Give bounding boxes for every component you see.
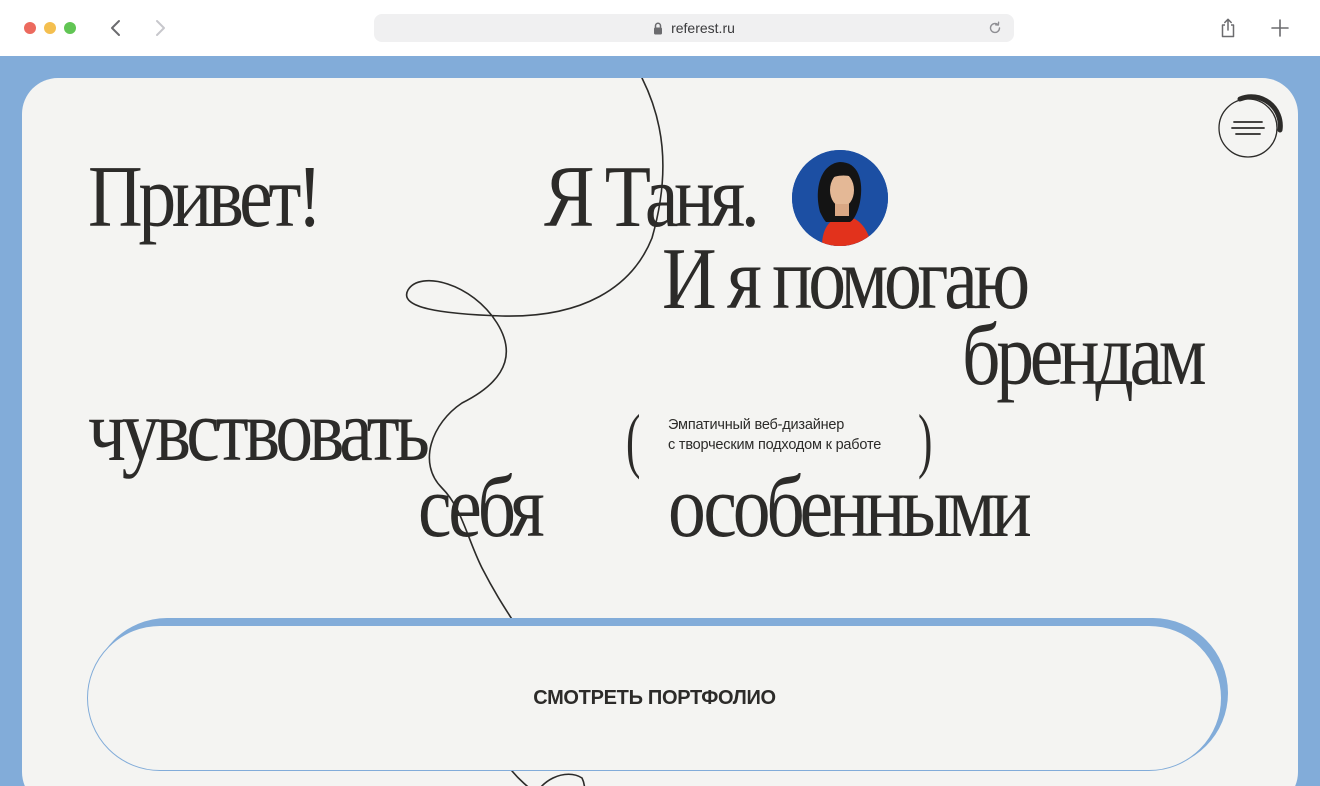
url-text: referest.ru	[671, 20, 735, 36]
reload-icon[interactable]	[988, 21, 1002, 35]
hero-line-osobennymi: особенными	[668, 459, 1032, 556]
view-portfolio-label: СМОТРЕТЬ ПОРТФОЛИО	[533, 686, 776, 709]
hero-line-chuvstvovat: чувствовать	[88, 383, 430, 480]
browser-window: referest.ru Привет! Я Таня. И я помогаю …	[0, 0, 1320, 786]
hero-line-ya-tanya: Я Таня.	[544, 149, 760, 246]
share-icon	[1221, 18, 1235, 38]
tagline-line-1: Эмпатичный веб-дизайнер	[668, 417, 845, 433]
page-viewport: Привет! Я Таня. И я помогаю брендам чувс…	[0, 56, 1320, 786]
tagline: Эмпатичный веб-дизайнер с творческим под…	[668, 415, 881, 455]
paren-open: (	[626, 400, 641, 480]
tagline-line-2: с творческим подходом к работе	[668, 437, 882, 453]
view-portfolio-button[interactable]: СМОТРЕТЬ ПОРТФОЛИО	[87, 625, 1222, 771]
hero-card: Привет! Я Таня. И я помогаю брендам чувс…	[22, 78, 1298, 786]
plus-icon	[1271, 19, 1289, 37]
hero-line-brendam: брендам	[962, 307, 1207, 404]
chevron-right-icon	[156, 20, 165, 36]
close-window-button[interactable]	[24, 22, 36, 34]
chevron-left-icon	[111, 20, 120, 36]
share-button[interactable]	[1216, 16, 1240, 40]
lock-icon	[654, 22, 663, 34]
menu-button[interactable]	[1218, 94, 1284, 160]
zoom-window-button[interactable]	[64, 22, 76, 34]
hero-line-sebya: себя	[418, 459, 545, 556]
hamburger-menu-icon	[1218, 94, 1283, 158]
back-button[interactable]	[104, 16, 128, 40]
browser-toolbar: referest.ru	[0, 0, 1320, 56]
address-bar[interactable]: referest.ru	[374, 14, 1014, 42]
minimize-window-button[interactable]	[44, 22, 56, 34]
hero-line-privet: Привет!	[88, 149, 322, 246]
new-tab-button[interactable]	[1268, 16, 1292, 40]
forward-button[interactable]	[148, 16, 172, 40]
